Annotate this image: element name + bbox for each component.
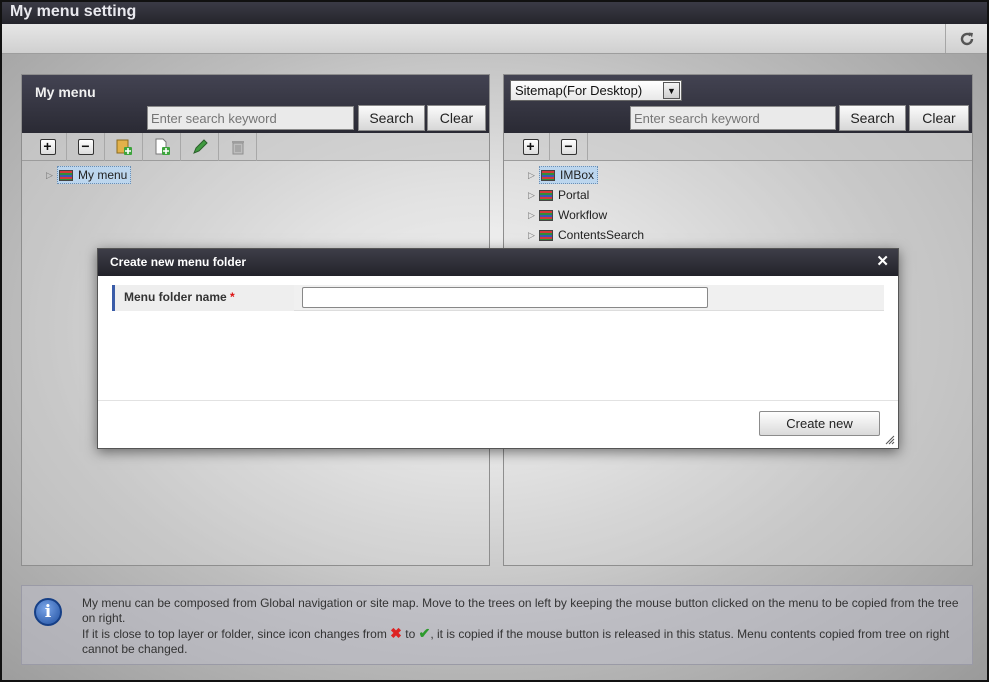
delete-icon: [231, 141, 244, 155]
tree-node-label: Workflow: [558, 208, 608, 222]
expand-arrow-icon[interactable]: ▷: [528, 230, 536, 241]
tree-node-label: ContentsSearch: [558, 228, 645, 242]
left-search-input[interactable]: [147, 106, 354, 130]
edit-button[interactable]: [181, 133, 219, 161]
my-menu-tree: ▷ My menu: [22, 165, 489, 185]
tree-node-selection: My menu: [57, 166, 132, 184]
folder-name-row: Menu folder name *: [112, 285, 884, 311]
expand-all-icon: +: [522, 139, 539, 155]
tree-node-contentssearch[interactable]: ▷ ContentsSearch: [504, 225, 972, 245]
right-clear-button[interactable]: Clear: [909, 105, 969, 131]
left-search-button[interactable]: Search: [358, 105, 425, 131]
info-line-2-start: If it is close to top layer or folder, s…: [82, 627, 387, 641]
new-item-icon: [155, 138, 170, 155]
tree-node-label: IMBox: [560, 168, 595, 182]
create-new-button[interactable]: Create new: [759, 411, 880, 436]
right-search-input[interactable]: [630, 106, 836, 130]
new-folder-button[interactable]: [105, 133, 143, 161]
menu-icon: [541, 169, 555, 181]
resize-handle-icon[interactable]: [885, 435, 895, 445]
expand-all-button[interactable]: +: [29, 133, 67, 161]
cross-icon: ✖: [390, 625, 402, 641]
info-panel: i My menu can be composed from Global na…: [21, 585, 973, 665]
my-menu-toolbar: + −: [22, 133, 489, 161]
tree-node-portal[interactable]: ▷ Portal: [504, 185, 972, 205]
menu-icon: [539, 209, 553, 221]
info-line-1: My menu can be composed from Global navi…: [82, 596, 959, 625]
folder-name-label-text: Menu folder name: [124, 290, 227, 304]
collapse-all-icon: −: [77, 139, 94, 155]
expand-all-icon: +: [39, 139, 56, 155]
tree-node-my-menu[interactable]: ▷ My menu: [22, 165, 489, 185]
dialog-header: Create new menu folder ✕: [98, 249, 898, 276]
sitemap-tree: ▷ IMBox ▷ Portal ▷ Workflow ▷ ContentsSe…: [504, 165, 972, 245]
right-search-button[interactable]: Search: [839, 105, 906, 131]
tree-node-imbox[interactable]: ▷ IMBox: [504, 165, 972, 185]
edit-icon: [192, 139, 208, 154]
collapse-all-button[interactable]: −: [67, 133, 105, 161]
menu-icon: [539, 229, 553, 241]
tree-node-label: My menu: [78, 168, 128, 182]
info-line-2-to: to: [405, 627, 416, 641]
window-title: My menu setting: [10, 3, 137, 20]
my-menu-panel-title: My menu: [35, 84, 96, 100]
dialog-title: Create new menu folder: [110, 255, 247, 269]
new-item-button[interactable]: [143, 133, 181, 161]
chevron-down-icon: ▼: [663, 82, 680, 99]
collapse-all-icon: −: [560, 139, 577, 155]
sitemap-source-value: Sitemap(For Desktop): [515, 83, 643, 98]
menu-icon: [59, 169, 73, 181]
sitemap-panel-header: Sitemap(For Desktop) ▼ Search Clear: [504, 75, 972, 133]
sitemap-collapse-all-button[interactable]: −: [550, 133, 588, 161]
my-menu-panel-header: My menu Search Clear: [22, 75, 489, 133]
sitemap-source-select[interactable]: Sitemap(For Desktop) ▼: [510, 80, 682, 101]
tree-node-label: Portal: [558, 188, 590, 202]
sitemap-toolbar: + −: [504, 133, 972, 161]
tree-node-workflow[interactable]: ▷ Workflow: [504, 205, 972, 225]
sitemap-expand-all-button[interactable]: +: [512, 133, 550, 161]
refresh-button[interactable]: [945, 24, 987, 53]
info-icon: i: [34, 598, 62, 626]
info-line-2: If it is close to top layer or folder, s…: [82, 626, 962, 657]
folder-name-input[interactable]: [302, 287, 708, 308]
dialog-footer: Create new: [98, 400, 898, 449]
create-folder-dialog: Create new menu folder ✕ Menu folder nam…: [97, 248, 899, 449]
app-window: My menu setting My menu Search Clear + −: [0, 0, 989, 682]
delete-button[interactable]: [219, 133, 257, 161]
expand-arrow-icon[interactable]: ▷: [528, 170, 536, 181]
expand-arrow-icon[interactable]: ▷: [528, 210, 536, 221]
info-text: My menu can be composed from Global navi…: [82, 596, 962, 657]
check-icon: ✔: [418, 625, 431, 641]
folder-name-label: Menu folder name *: [112, 285, 294, 311]
top-toolbar: [2, 24, 987, 54]
tree-node-selection: IMBox: [539, 166, 599, 184]
required-mark: *: [230, 290, 235, 304]
title-bar: My menu setting: [2, 2, 987, 24]
menu-icon: [539, 189, 553, 201]
refresh-icon: [960, 32, 973, 45]
expand-arrow-icon[interactable]: ▷: [46, 170, 54, 181]
expand-arrow-icon[interactable]: ▷: [528, 190, 536, 201]
new-folder-icon: [116, 139, 132, 155]
close-icon[interactable]: ✕: [876, 254, 889, 269]
left-clear-button[interactable]: Clear: [427, 105, 486, 131]
